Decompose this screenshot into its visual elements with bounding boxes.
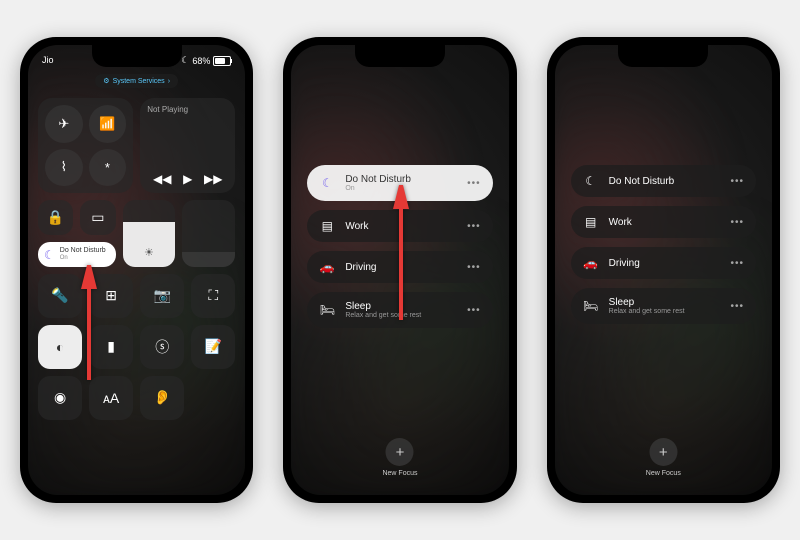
focus-item-sub: On [345,185,457,192]
more-icon[interactable]: ••• [730,217,744,228]
phone-focus-active: ☾ Do Not DisturbOn ••• ▤ Work ••• 🚗 Driv… [283,37,516,503]
moon-icon: ☾ [583,174,599,188]
focus-item-label: Driving [345,262,457,273]
more-icon[interactable]: ••• [467,262,481,273]
dark-mode-button[interactable]: ◐ [38,325,82,369]
car-icon: 🚗 [319,260,335,274]
cellular-toggle[interactable]: 📶 [89,105,127,143]
plus-icon: + [649,438,677,466]
calculator-button[interactable]: ⊞ [89,274,133,318]
airplane-toggle[interactable]: ✈ [45,105,83,143]
qr-scan-button[interactable]: ⛶ [191,274,235,318]
next-icon[interactable]: ▶▶ [204,172,222,186]
battery-pct: 68% [192,56,210,66]
focus-item-label: Work [609,217,721,228]
focus-item-label: Driving [609,258,721,269]
badge-icon: ▤ [583,215,599,229]
focus-item-sub: Relax and get some rest [609,308,721,315]
focus-item-label: Sleep [609,297,635,308]
low-power-button[interactable]: ▮ [89,325,133,369]
car-icon: 🚗 [583,256,599,270]
screen-record-button[interactable]: ◉ [38,376,82,420]
more-icon[interactable]: ••• [467,221,481,232]
system-services-pill[interactable]: ⚙ System Services › [95,74,178,88]
bed-icon: 🛏 [319,303,335,317]
focus-list: ☾ Do Not Disturb ••• ▤ Work ••• 🚗 Drivin… [555,45,772,324]
notch [618,45,708,67]
flashlight-button[interactable]: 🔦 [38,274,82,318]
new-focus-label: New Focus [382,470,417,477]
new-focus-label: New Focus [646,470,681,477]
screen: ☾ Do Not DisturbOn ••• ▤ Work ••• 🚗 Driv… [291,45,508,495]
screen: Jio ☾ 68% ⚙ System Services › ✈ 📶 ⌇ * No… [28,45,245,495]
focus-item-label: Do Not Disturb [345,174,411,185]
connectivity-panel[interactable]: ✈ 📶 ⌇ * [38,98,133,193]
brightness-slider[interactable]: ☀ [123,200,176,267]
plus-icon: + [386,438,414,466]
hearing-button[interactable]: 👂 [140,376,184,420]
focus-item-label: Work [345,221,457,232]
music-title: Not Playing [147,105,228,114]
chevron-right-icon: › [168,78,170,85]
phone-focus-inactive: ☾ Do Not Disturb ••• ▤ Work ••• 🚗 Drivin… [547,37,780,503]
play-icon[interactable]: ▶ [183,172,192,186]
more-icon[interactable]: ••• [467,305,481,316]
wifi-toggle[interactable]: ⌇ [45,149,83,187]
moon-icon: ☾ [44,248,55,262]
notch [92,45,182,67]
screen: ☾ Do Not Disturb ••• ▤ Work ••• 🚗 Drivin… [555,45,772,495]
moon-icon: ☾ [319,176,335,190]
notch [355,45,445,67]
more-icon[interactable]: ••• [467,178,481,189]
music-panel[interactable]: Not Playing ◀◀ ▶ ▶▶ [140,98,235,193]
text-size-button[interactable]: ᴀA [89,376,133,420]
new-focus-button[interactable]: + New Focus [382,438,417,477]
moon-icon: ☾ [181,55,189,66]
shazam-button[interactable]: ⓢ [140,325,184,369]
focus-item-label: Do Not Disturb [609,176,721,187]
prev-icon[interactable]: ◀◀ [153,172,171,186]
volume-slider[interactable] [182,200,235,267]
badge-icon: ▤ [319,219,335,233]
focus-item-work[interactable]: ▤ Work ••• [307,210,492,242]
focus-label: Do Not Disturb [60,247,106,255]
focus-item-dnd[interactable]: ☾ Do Not Disturb ••• [571,165,756,197]
focus-item-driving[interactable]: 🚗 Driving ••• [571,247,756,279]
orientation-lock-button[interactable]: 🔒 [38,200,73,235]
notes-button[interactable]: 📝 [191,325,235,369]
screen-mirror-button[interactable]: ▭ [80,200,115,235]
sun-icon: ☀ [144,246,154,259]
control-center-grid: ✈ 📶 ⌇ * Not Playing ◀◀ ▶ ▶▶ 🔒 ▭ ☀ [28,92,245,426]
more-icon[interactable]: ••• [730,301,744,312]
focus-sub: On [60,255,106,262]
more-icon[interactable]: ••• [730,176,744,187]
more-icon[interactable]: ••• [730,258,744,269]
carrier-label: Jio [42,55,54,66]
focus-item-sleep[interactable]: 🛏 SleepRelax and get some rest ••• [571,288,756,324]
focus-item-label: Sleep [345,301,371,312]
phone-control-center: Jio ☾ 68% ⚙ System Services › ✈ 📶 ⌇ * No… [20,37,253,503]
bed-icon: 🛏 [583,299,599,313]
bluetooth-toggle[interactable]: * [89,149,127,187]
focus-item-work[interactable]: ▤ Work ••• [571,206,756,238]
focus-item-dnd[interactable]: ☾ Do Not DisturbOn ••• [307,165,492,201]
camera-button[interactable]: 📷 [140,274,184,318]
gear-icon: ⚙ [103,77,109,85]
focus-tile[interactable]: ☾ Do Not Disturb On [38,242,116,266]
focus-list: ☾ Do Not DisturbOn ••• ▤ Work ••• 🚗 Driv… [291,45,508,328]
pill-text: System Services [113,78,165,85]
focus-item-driving[interactable]: 🚗 Driving ••• [307,251,492,283]
focus-item-sub: Relax and get some rest [345,312,457,319]
new-focus-button[interactable]: + New Focus [646,438,681,477]
focus-item-sleep[interactable]: 🛏 SleepRelax and get some rest ••• [307,292,492,328]
battery-icon [213,56,231,66]
